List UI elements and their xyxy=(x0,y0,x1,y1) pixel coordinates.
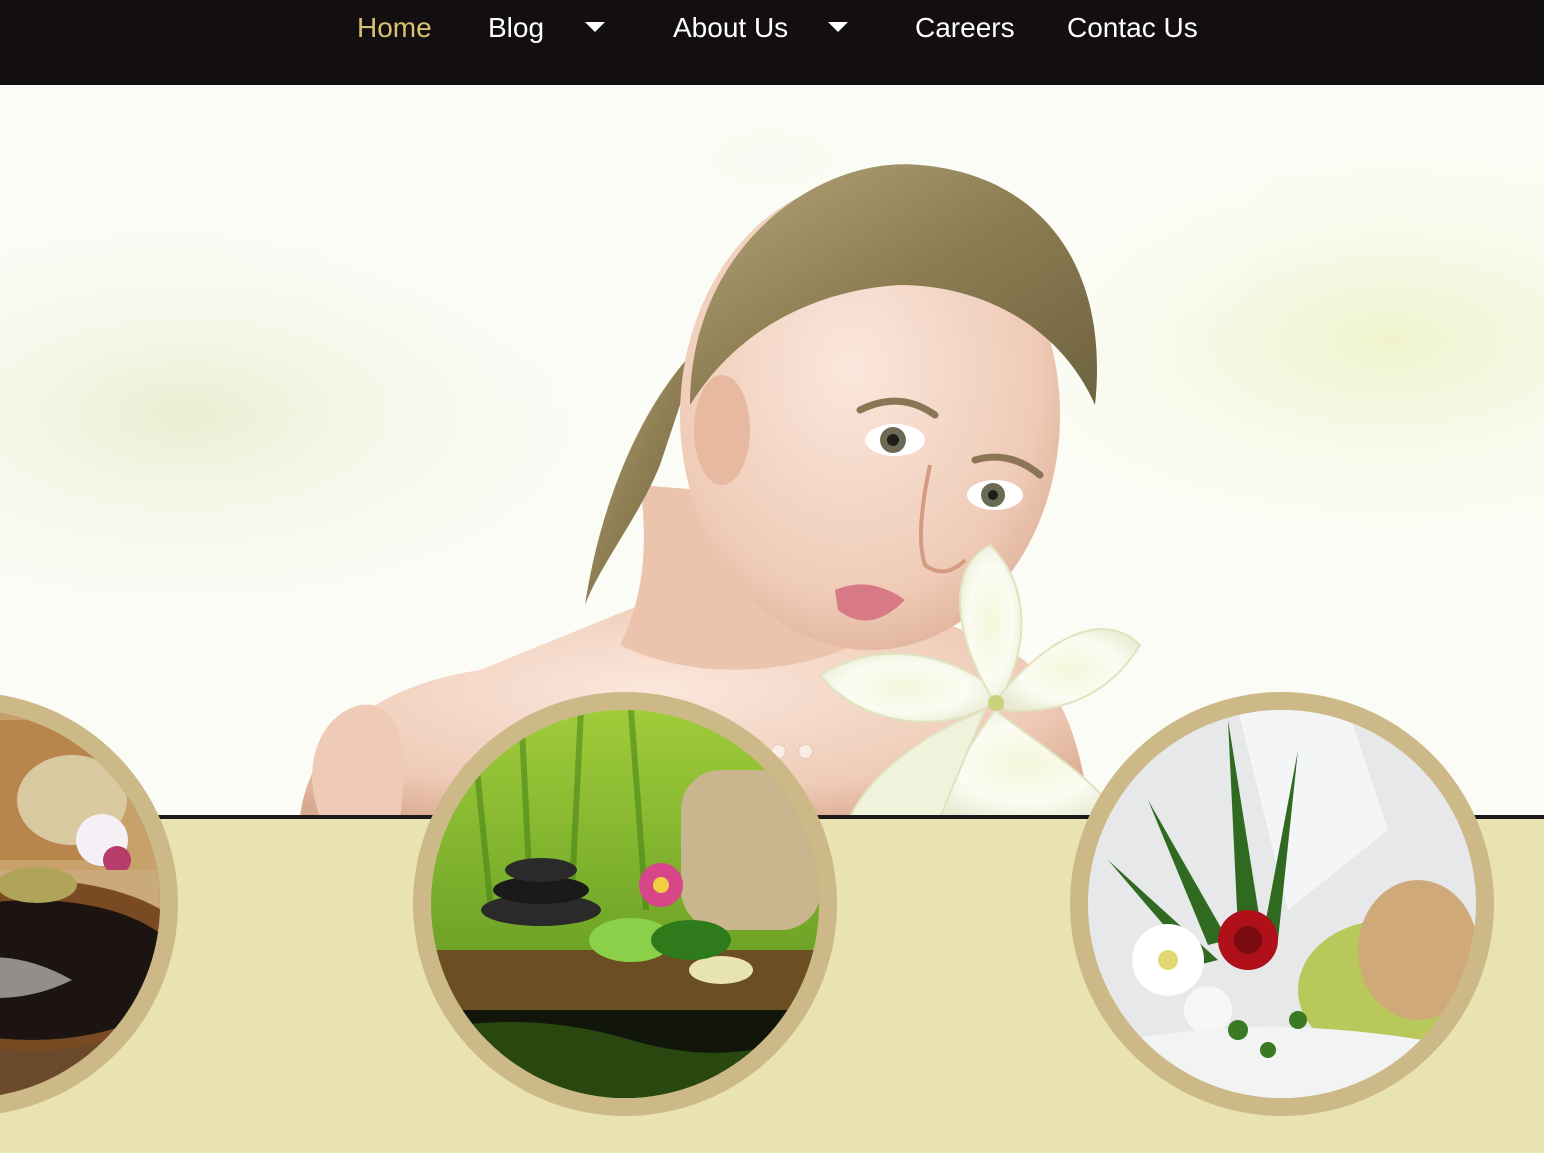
slider-dots xyxy=(772,745,812,758)
nav-careers[interactable]: Careers xyxy=(915,10,1015,46)
spa-home-page: Home Blog About Us Careers Contac Us xyxy=(0,0,1544,1153)
spa-stones-towel-photo xyxy=(431,710,819,1098)
slider-dot-2[interactable] xyxy=(799,745,812,758)
nav-home[interactable]: Home xyxy=(357,10,432,46)
caret-down-icon[interactable] xyxy=(828,22,848,32)
nav-blog[interactable]: Blog xyxy=(488,10,544,46)
feature-circle-spa-stones[interactable] xyxy=(413,692,837,1116)
top-navigation: Home Blog About Us Careers Contac Us xyxy=(0,0,1544,85)
nav-about-us[interactable]: About Us xyxy=(673,10,788,46)
fern-rose-cream-jar-photo xyxy=(1088,710,1476,1098)
feature-circle-flowers[interactable] xyxy=(1070,692,1494,1116)
nav-contact-us[interactable]: Contac Us xyxy=(1067,10,1198,46)
caret-down-icon[interactable] xyxy=(585,22,605,32)
